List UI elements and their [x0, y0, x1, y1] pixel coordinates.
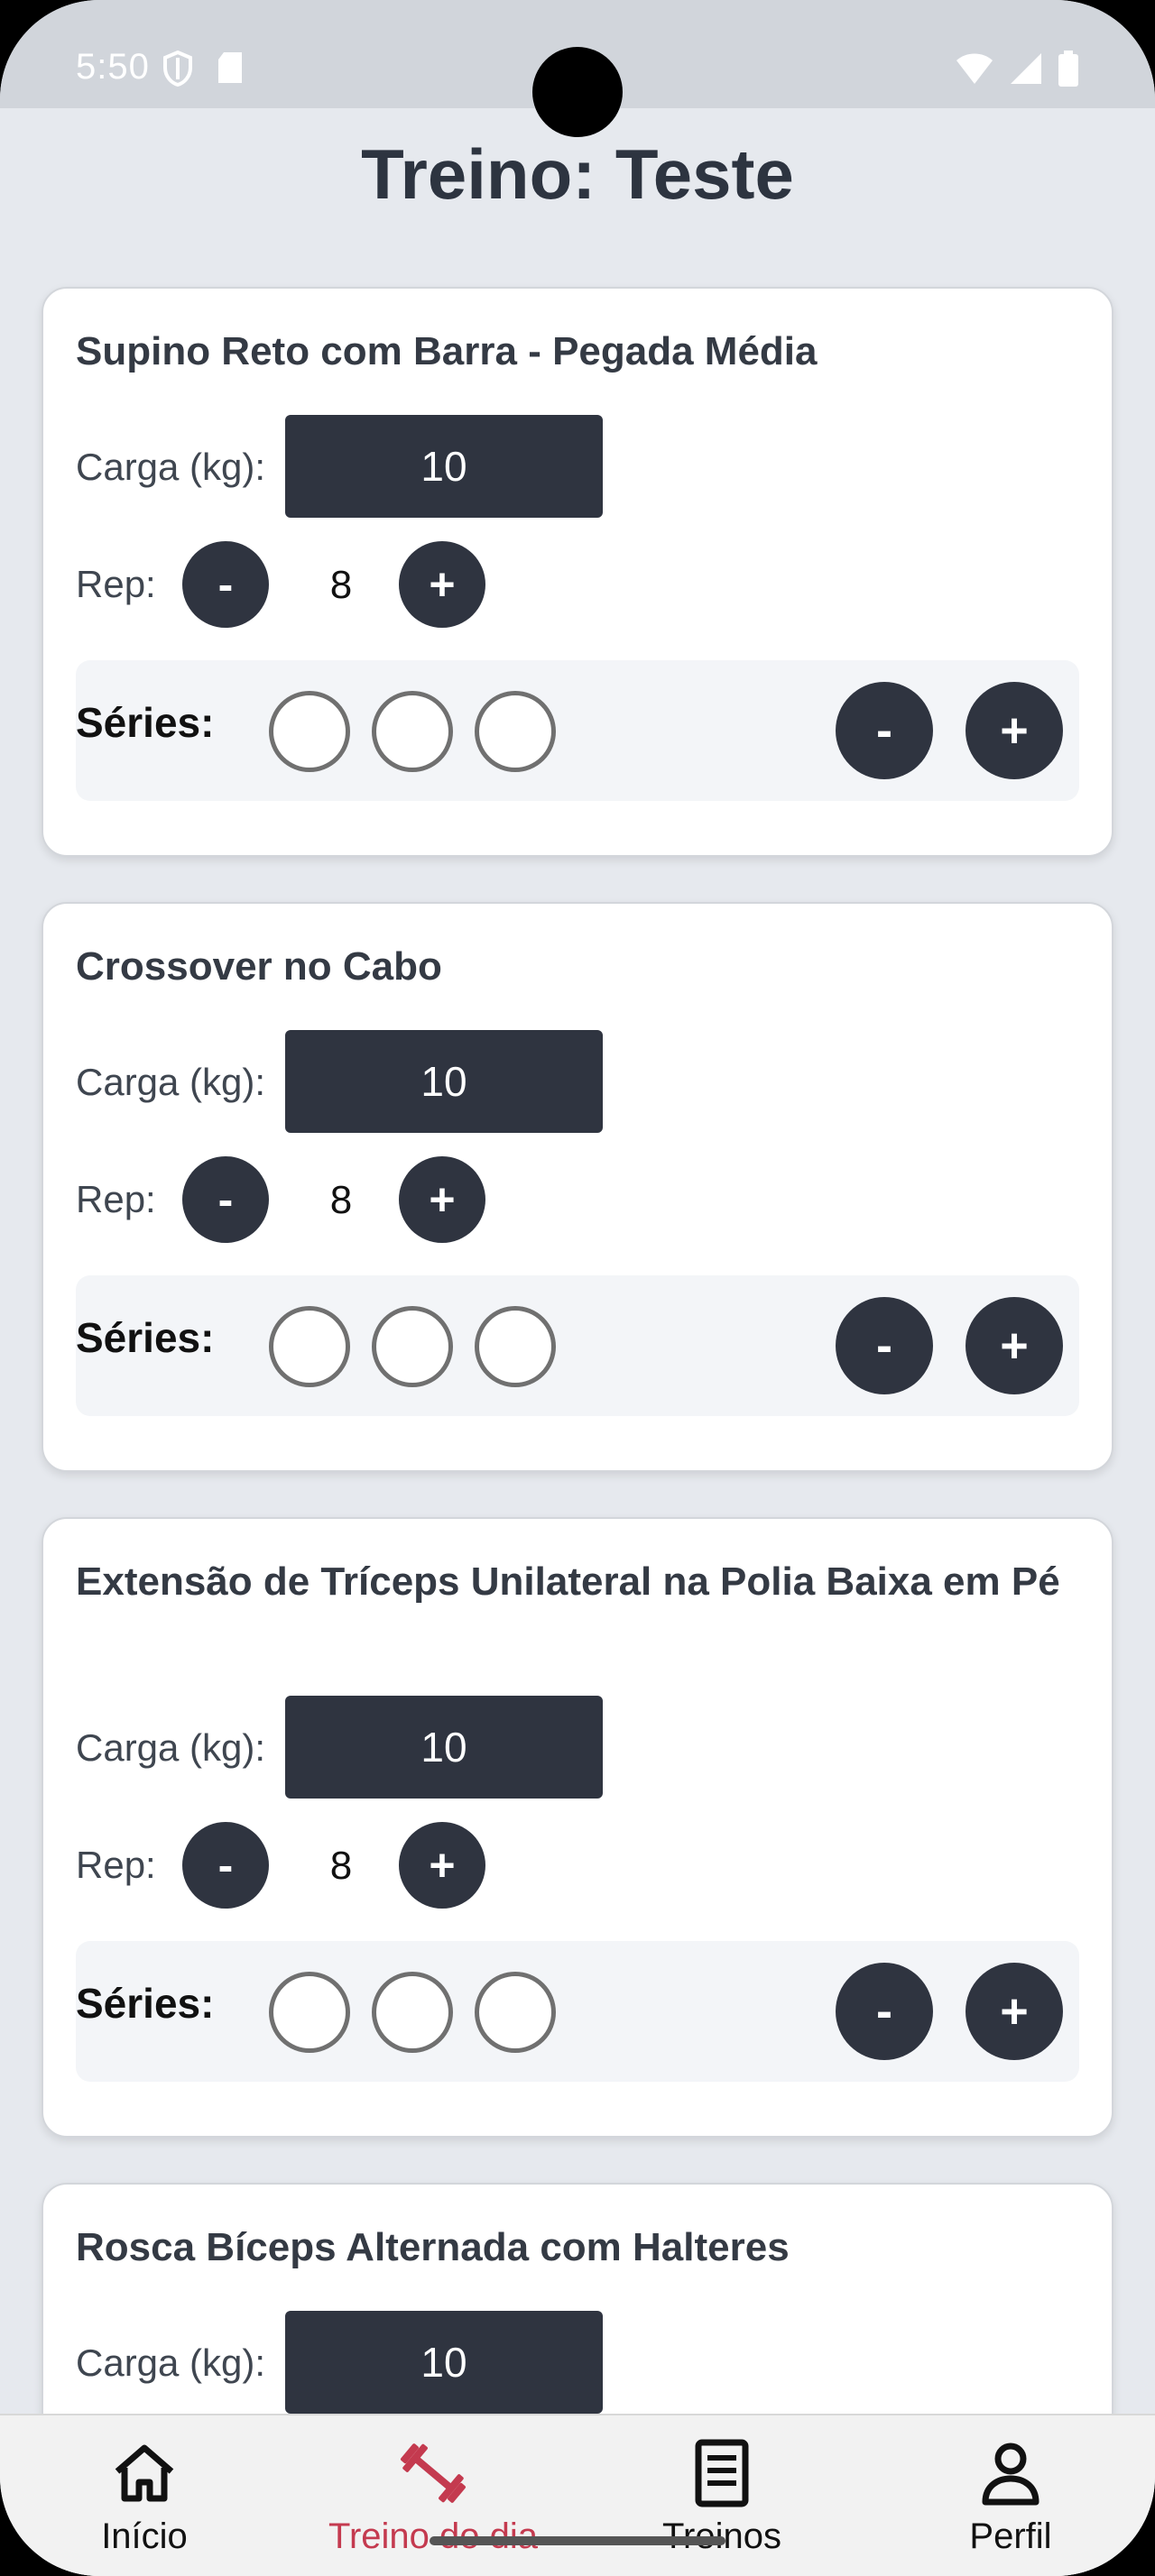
load-label: Carga (kg):	[76, 446, 266, 488]
load-input[interactable]: 10	[285, 2311, 603, 2414]
signal-icon	[1011, 53, 1041, 84]
series-check[interactable]	[269, 1306, 350, 1387]
reps-label: Rep:	[76, 1844, 156, 1886]
series-decrease-button[interactable]: -	[836, 682, 933, 779]
list-icon	[695, 2439, 749, 2507]
series-check[interactable]	[372, 1306, 453, 1387]
series-check[interactable]	[475, 691, 556, 772]
camera-cutout	[532, 47, 623, 137]
series-check[interactable]	[372, 691, 453, 772]
wifi-icon	[956, 53, 993, 84]
series-increase-button[interactable]: +	[966, 1297, 1063, 1394]
load-label: Carga (kg):	[76, 1726, 266, 1769]
page-title: Treino: Teste	[361, 134, 794, 214]
series-increase-button[interactable]: +	[966, 1963, 1063, 2060]
bottom-navigation: Início Treino do dia Treinos	[0, 2414, 1155, 2576]
series-check[interactable]	[475, 1306, 556, 1387]
reps-value: 8	[329, 1844, 353, 1888]
nav-label: Início	[101, 2516, 188, 2556]
series-label: Séries:	[76, 699, 215, 746]
series-panel: Séries: - +	[76, 1941, 1079, 2082]
reps-value: 8	[329, 1178, 353, 1222]
series-panel: Séries: - +	[76, 1275, 1079, 1416]
series-decrease-button[interactable]: -	[836, 1963, 933, 2060]
nav-label: Perfil	[969, 2516, 1052, 2556]
series-label: Séries:	[76, 1314, 215, 1361]
exercise-card: Extensão de Tríceps Unilateral na Polia …	[42, 1517, 1113, 2138]
gesture-home-bar[interactable]	[430, 2536, 725, 2545]
reps-label: Rep:	[76, 1178, 156, 1220]
reps-decrease-button[interactable]: -	[182, 1822, 269, 1909]
exercise-name: Crossover no Cabo	[76, 944, 442, 989]
reps-decrease-button[interactable]: -	[182, 541, 269, 628]
reps-increase-button[interactable]: +	[399, 1156, 485, 1243]
series-label: Séries:	[76, 1980, 215, 2027]
load-label: Carga (kg):	[76, 1061, 266, 1103]
home-icon	[115, 2444, 174, 2502]
exercise-name: Extensão de Tríceps Unilateral na Polia …	[76, 1559, 1060, 1604]
reps-increase-button[interactable]: +	[399, 1822, 485, 1909]
reps-increase-button[interactable]: +	[399, 541, 485, 628]
sd-card-icon	[218, 52, 242, 83]
load-input[interactable]: 10	[285, 1696, 603, 1799]
series-check[interactable]	[372, 1972, 453, 2053]
exercise-card: Supino Reto com Barra - Pegada Média Car…	[42, 287, 1113, 857]
series-increase-button[interactable]: +	[966, 682, 1063, 779]
battery-icon	[1058, 51, 1078, 87]
person-icon	[982, 2443, 1040, 2506]
reps-value: 8	[329, 563, 353, 607]
app-screen: 5:50 Treino: Teste Supino Reto com Barra…	[0, 0, 1155, 2576]
reps-label: Rep:	[76, 563, 156, 605]
load-input[interactable]: 10	[285, 1030, 603, 1133]
series-check[interactable]	[269, 1972, 350, 2053]
reps-decrease-button[interactable]: -	[182, 1156, 269, 1243]
exercise-name: Rosca Bíceps Alternada com Halteres	[76, 2225, 790, 2269]
load-label: Carga (kg):	[76, 2341, 266, 2384]
series-decrease-button[interactable]: -	[836, 1297, 933, 1394]
series-check[interactable]	[269, 691, 350, 772]
status-time: 5:50	[76, 47, 150, 87]
nav-item-perfil[interactable]: Perfil	[866, 2437, 1155, 2557]
nav-item-inicio[interactable]: Início	[0, 2437, 289, 2557]
series-check[interactable]	[475, 1972, 556, 2053]
exercise-card: Crossover no Cabo Carga (kg): 10 Rep: - …	[42, 902, 1113, 1472]
shield-icon	[163, 51, 192, 87]
exercise-name: Supino Reto com Barra - Pegada Média	[76, 329, 818, 373]
series-panel: Séries: - +	[76, 660, 1079, 801]
dumbbell-icon	[400, 2443, 467, 2503]
status-bar: 5:50	[0, 0, 1155, 137]
load-input[interactable]: 10	[285, 415, 603, 518]
